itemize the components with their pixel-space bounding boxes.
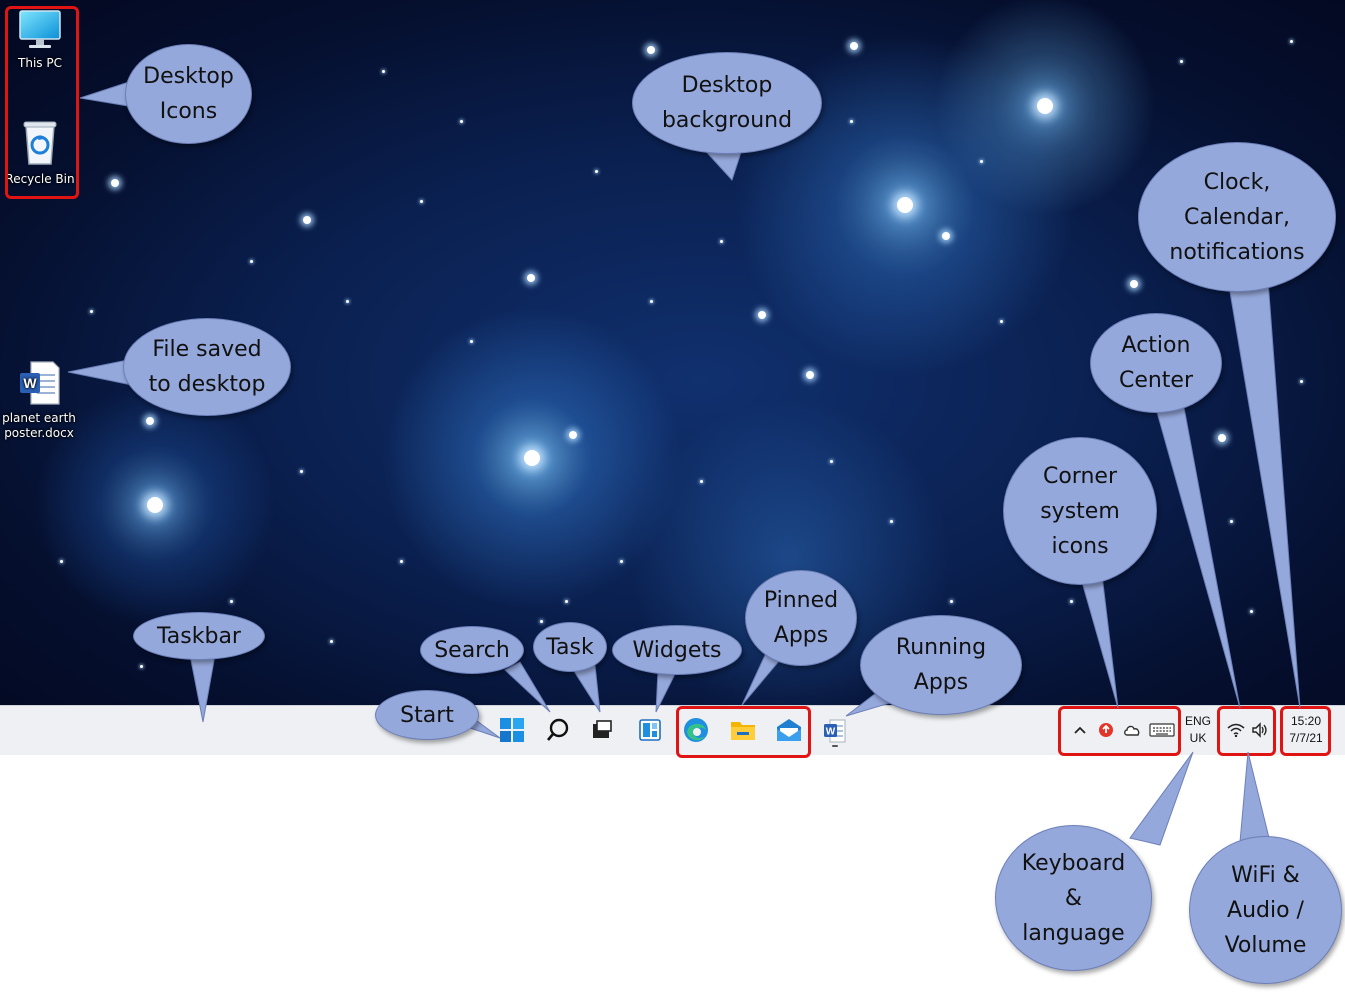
callout-text: Desktop background: [661, 73, 793, 133]
callout-corner-system-icons: Corner system icons: [1003, 437, 1157, 585]
callout-text: Running Apps: [895, 635, 987, 695]
pointer-clock: [1227, 279, 1301, 709]
callout-desktop-icons: Desktop Icons: [125, 44, 252, 144]
callout-taskbar: Taskbar: [133, 612, 265, 660]
pointer-taskbar: [189, 654, 216, 723]
callout-text: Search: [434, 637, 510, 663]
pointer-keyboard: [1129, 751, 1194, 846]
callout-text: Clock, Calendar, notifications: [1169, 169, 1305, 265]
callout-desktop-background: Desktop background: [632, 52, 822, 154]
callout-running-apps: Running Apps: [860, 615, 1022, 715]
callout-text: Action Center: [1118, 333, 1194, 393]
callout-wifi-audio-volume: WiFi & Audio / Volume: [1189, 836, 1342, 984]
pointer-search: [504, 661, 551, 713]
callout-text: Pinned Apps: [763, 588, 839, 648]
callout-text: Keyboard & language: [1021, 850, 1126, 946]
callout-pinned-apps: Pinned Apps: [745, 570, 857, 666]
pointer-wifi: [1239, 751, 1271, 843]
callout-task: Task: [533, 622, 607, 672]
pointer-corner-icons: [1079, 574, 1119, 709]
callout-text: Corner system icons: [1040, 463, 1120, 559]
callout-text: File saved to desktop: [148, 337, 266, 397]
callout-file-saved: File saved to desktop: [123, 318, 291, 416]
callout-search: Search: [420, 626, 524, 674]
callout-start: Start: [375, 690, 479, 740]
callout-keyboard-language: Keyboard & language: [995, 825, 1152, 971]
pointer-widgets: [655, 669, 677, 713]
callout-action-center: Action Center: [1090, 313, 1222, 413]
pointer-task: [571, 664, 601, 713]
callout-widgets: Widgets: [612, 625, 742, 675]
callout-text: Desktop Icons: [143, 64, 234, 124]
callout-clock-calendar-notifications: Clock, Calendar, notifications: [1138, 142, 1336, 292]
callout-text: Widgets: [632, 637, 722, 663]
callout-text: WiFi & Audio / Volume: [1224, 862, 1307, 958]
callout-text: Start: [400, 702, 454, 728]
callout-text: Taskbar: [157, 623, 241, 649]
callout-text: Task: [546, 634, 594, 660]
pointer-action-center: [1154, 401, 1241, 709]
